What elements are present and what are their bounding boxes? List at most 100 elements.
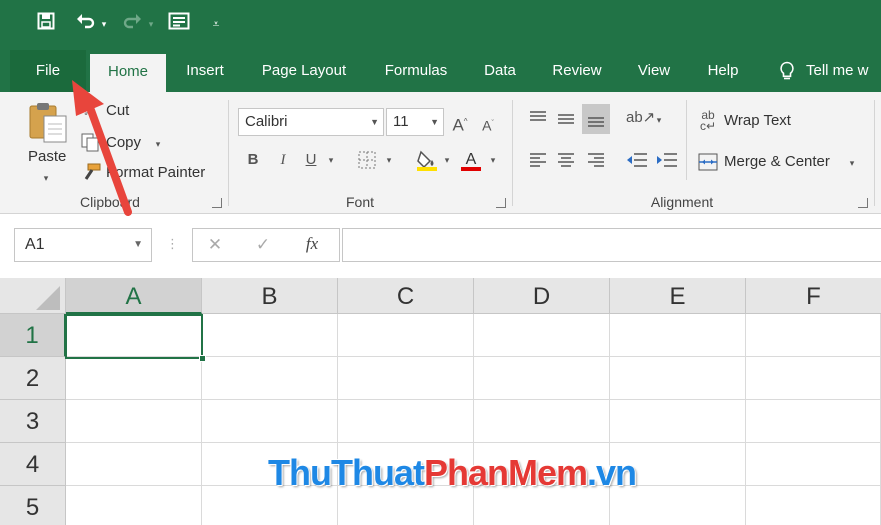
format-painter-button[interactable]: Format Painter — [106, 164, 205, 181]
align-right-icon[interactable] — [586, 150, 606, 170]
grid-cell[interactable] — [610, 357, 746, 400]
cancel-icon[interactable]: ✕ — [205, 235, 225, 255]
grid-cell[interactable] — [66, 486, 202, 525]
merge-center-button[interactable]: Merge & Center — [724, 153, 830, 170]
grid-cell[interactable] — [746, 357, 881, 400]
active-cell-a1[interactable] — [65, 314, 203, 359]
row-header-5[interactable]: 5 — [0, 486, 66, 525]
row-header-1[interactable]: 1 — [0, 314, 66, 357]
grid-cell[interactable] — [474, 314, 610, 357]
merge-center-icon[interactable] — [698, 152, 718, 172]
clipboard-launcher-icon[interactable] — [212, 198, 222, 208]
customize-qat-icon[interactable]: ⩡ — [208, 12, 224, 36]
name-box[interactable]: A1 ▼ — [14, 228, 152, 262]
wrap-text-icon[interactable]: ab c↵ — [698, 109, 718, 132]
grid-cell[interactable] — [202, 357, 338, 400]
undo-dropdown-icon[interactable]: ▾ — [99, 12, 109, 36]
tab-file[interactable]: File — [10, 50, 86, 92]
paste-dropdown-icon[interactable]: ▾ — [38, 168, 54, 188]
tab-home[interactable]: Home — [90, 54, 166, 92]
borders-dropdown-icon[interactable]: ▾ — [384, 150, 394, 170]
top-align-icon[interactable] — [528, 108, 548, 128]
grid-cell[interactable] — [746, 486, 881, 525]
fill-color-icon[interactable] — [416, 148, 440, 172]
grid-cell[interactable] — [474, 357, 610, 400]
column-header-a[interactable]: A — [66, 278, 202, 314]
grid-cell[interactable] — [746, 443, 881, 486]
cut-icon[interactable]: ✂ — [80, 102, 100, 122]
insert-function-icon[interactable]: fx — [301, 234, 323, 254]
underline-dropdown-icon[interactable]: ▾ — [326, 150, 336, 170]
orientation-dropdown-icon[interactable]: ▾ — [654, 110, 664, 130]
copy-icon[interactable] — [80, 132, 100, 152]
undo-icon[interactable] — [74, 12, 98, 36]
grid-cell[interactable] — [338, 314, 474, 357]
tab-formulas[interactable]: Formulas — [374, 50, 458, 92]
bottom-align-icon[interactable] — [582, 104, 610, 134]
formula-input[interactable] — [342, 228, 881, 262]
font-color-icon[interactable]: A — [460, 148, 484, 172]
alignment-launcher-icon[interactable] — [858, 198, 868, 208]
grid-cell[interactable] — [746, 400, 881, 443]
font-color-dropdown-icon[interactable]: ▾ — [488, 150, 498, 170]
row-header-4[interactable]: 4 — [0, 443, 66, 486]
align-left-icon[interactable] — [528, 150, 548, 170]
column-header-d[interactable]: D — [474, 278, 610, 314]
middle-align-icon[interactable] — [556, 108, 576, 128]
tell-me-search[interactable]: Tell me w — [806, 50, 881, 92]
merge-center-dropdown-icon[interactable]: ▾ — [846, 153, 858, 173]
fill-handle[interactable] — [199, 355, 206, 362]
select-all-button[interactable] — [0, 278, 66, 314]
save-icon[interactable] — [34, 12, 58, 36]
increase-indent-icon[interactable] — [656, 150, 678, 170]
paste-icon[interactable] — [26, 100, 70, 144]
grid-cell[interactable] — [66, 443, 202, 486]
cut-button[interactable]: Cut — [106, 102, 129, 119]
font-name-select[interactable]: Calibri ▼ — [238, 108, 384, 136]
column-header-e[interactable]: E — [610, 278, 746, 314]
borders-icon[interactable] — [358, 151, 378, 169]
align-center-icon[interactable] — [556, 150, 576, 170]
tab-insert[interactable]: Insert — [176, 50, 234, 92]
format-painter-icon[interactable] — [80, 162, 102, 182]
grid-cell[interactable] — [610, 400, 746, 443]
column-header-f[interactable]: F — [746, 278, 881, 314]
underline-icon[interactable]: U — [302, 150, 320, 170]
increase-font-size-icon[interactable]: A^ — [450, 112, 470, 136]
font-launcher-icon[interactable] — [496, 198, 506, 208]
row-header-3[interactable]: 3 — [0, 400, 66, 443]
tab-view[interactable]: View — [628, 50, 680, 92]
grid-cell[interactable] — [202, 314, 338, 357]
grid-cell[interactable] — [338, 400, 474, 443]
bold-icon[interactable]: B — [244, 150, 262, 170]
grid-cell[interactable] — [338, 357, 474, 400]
redo-dropdown-icon[interactable]: ▾ — [146, 12, 156, 36]
tab-page-layout[interactable]: Page Layout — [250, 50, 358, 92]
copy-button[interactable]: Copy — [106, 134, 141, 151]
fill-color-dropdown-icon[interactable]: ▾ — [442, 150, 452, 170]
grid-cell[interactable] — [66, 357, 202, 400]
wrap-text-button[interactable]: Wrap Text — [724, 112, 791, 129]
grid-cell[interactable] — [746, 314, 881, 357]
enter-icon[interactable]: ✓ — [253, 235, 273, 255]
grid-cell[interactable] — [202, 400, 338, 443]
tab-review[interactable]: Review — [542, 50, 612, 92]
decrease-indent-icon[interactable] — [626, 150, 648, 170]
redo-icon[interactable] — [120, 12, 144, 36]
column-header-b[interactable]: B — [202, 278, 338, 314]
italic-icon[interactable]: I — [274, 150, 292, 170]
tab-data[interactable]: Data — [474, 50, 526, 92]
row-header-2[interactable]: 2 — [0, 357, 66, 400]
group-separator — [686, 100, 687, 180]
font-size-select[interactable]: 11 ▼ — [386, 108, 444, 136]
tab-help[interactable]: Help — [696, 50, 750, 92]
copy-dropdown-icon[interactable]: ▾ — [152, 134, 164, 154]
grid-cell[interactable] — [474, 400, 610, 443]
decrease-font-size-icon[interactable]: Aˇ — [478, 114, 498, 136]
orientation-icon[interactable]: ab↗ — [626, 108, 655, 128]
grid-cell[interactable] — [66, 400, 202, 443]
paste-button[interactable]: Paste — [28, 148, 66, 165]
column-header-c[interactable]: C — [338, 278, 474, 314]
form-icon[interactable] — [166, 12, 192, 36]
grid-cell[interactable] — [610, 314, 746, 357]
